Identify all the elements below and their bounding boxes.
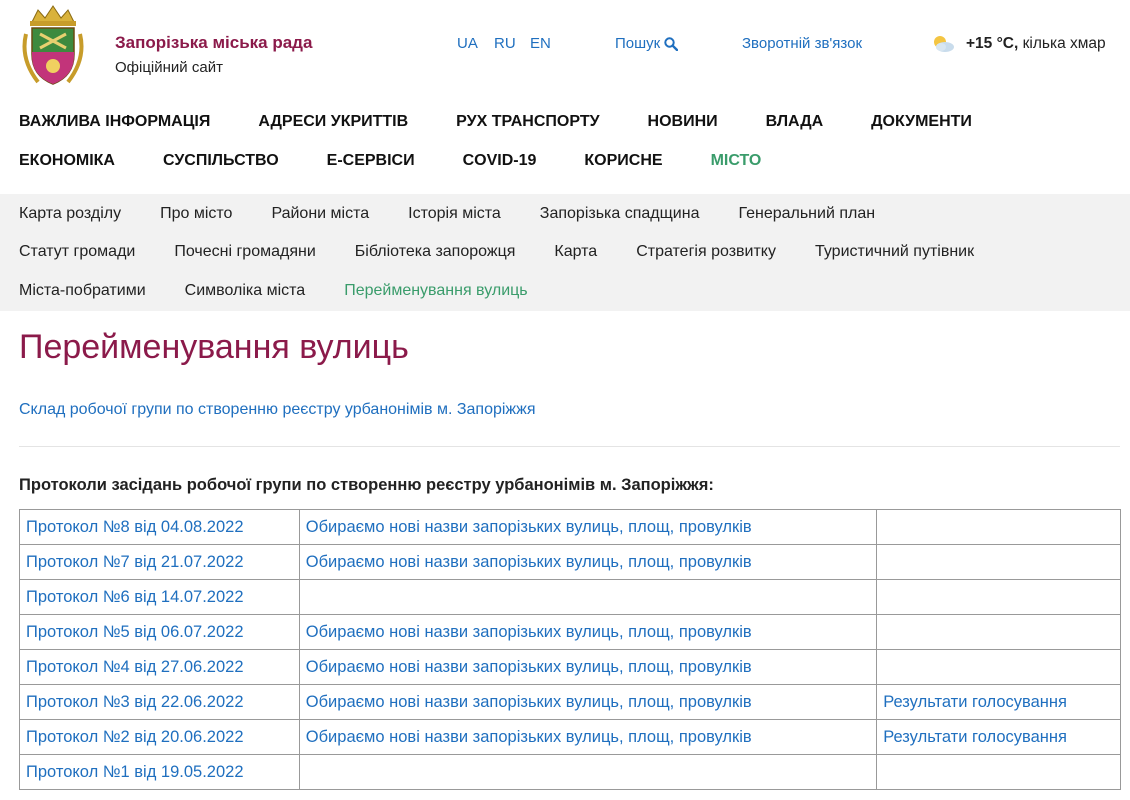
sub-nav-sister-cities[interactable]: Міста-побратими bbox=[19, 282, 146, 300]
nav-item-economy[interactable]: ЕКОНОМІКА bbox=[19, 152, 115, 170]
protocol-link[interactable]: Протокол №4 від 27.06.2022 bbox=[19, 649, 300, 685]
partly-cloudy-icon bbox=[934, 36, 954, 52]
sub-nav-city-symbols[interactable]: Символіка міста bbox=[185, 282, 306, 300]
language-ru-link[interactable]: RU bbox=[494, 35, 516, 52]
voting-results-link[interactable]: Результати голосування bbox=[876, 684, 1121, 720]
results-cell bbox=[876, 509, 1121, 545]
nav-item-e-services[interactable]: Е-СЕРВІСИ bbox=[327, 152, 415, 170]
protocol-link[interactable]: Протокол №2 від 20.06.2022 bbox=[19, 719, 300, 755]
sub-nav-row-1: Карта розділу Про місто Райони міста Іст… bbox=[19, 205, 914, 223]
protocols-heading: Протоколи засідань робочої групи по ство… bbox=[19, 476, 714, 494]
new-names-link[interactable]: Обираємо нові назви запорізьких вулиць, … bbox=[298, 719, 878, 755]
working-group-composition-link[interactable]: Склад робочої групи по створенню реєстру… bbox=[19, 401, 535, 419]
nav-item-authorities[interactable]: ВЛАДА bbox=[766, 113, 823, 131]
content-divider bbox=[19, 446, 1120, 447]
sub-nav-map[interactable]: Карта bbox=[554, 243, 597, 261]
results-cell bbox=[876, 649, 1121, 685]
results-cell bbox=[876, 579, 1121, 615]
protocol-link[interactable]: Протокол №8 від 04.08.2022 bbox=[19, 509, 300, 545]
protocols-table: Протокол №8 від 04.08.2022 Обираємо нові… bbox=[19, 509, 1121, 790]
weather-description: кілька хмар bbox=[1022, 35, 1106, 52]
weather-text: +15 °C, кілька хмар bbox=[966, 35, 1106, 53]
sub-nav-general-plan[interactable]: Генеральний план bbox=[738, 205, 875, 223]
section-sub-navigation: Карта розділу Про місто Райони міста Іст… bbox=[0, 194, 1130, 311]
results-cell bbox=[876, 544, 1121, 580]
search-link[interactable]: Пошук bbox=[615, 35, 679, 52]
protocol-link[interactable]: Протокол №6 від 14.07.2022 bbox=[19, 579, 300, 615]
results-cell bbox=[876, 754, 1121, 790]
nav-item-important-info[interactable]: ВАЖЛИВА ІНФОРМАЦІЯ bbox=[19, 113, 210, 131]
table-row: Протокол №1 від 19.05.2022 bbox=[19, 754, 1121, 790]
search-label: Пошук bbox=[615, 35, 661, 52]
feedback-link[interactable]: Зворотній зв'язок bbox=[742, 35, 862, 52]
nav-item-documents[interactable]: ДОКУМЕНТИ bbox=[871, 113, 972, 131]
nav-item-news[interactable]: НОВИНИ bbox=[648, 113, 718, 131]
nav-item-useful[interactable]: КОРИСНЕ bbox=[584, 152, 662, 170]
table-row: Протокол №7 від 21.07.2022 Обираємо нові… bbox=[19, 544, 1121, 580]
site-title[interactable]: Запорізька міська рада bbox=[115, 33, 312, 53]
protocol-link[interactable]: Протокол №3 від 22.06.2022 bbox=[19, 684, 300, 720]
new-names-cell bbox=[298, 754, 878, 790]
weather-widget: +15 °C, кілька хмар bbox=[930, 34, 1106, 54]
weather-temperature: +15 °C, bbox=[966, 35, 1019, 52]
protocol-link[interactable]: Протокол №7 від 21.07.2022 bbox=[19, 544, 300, 580]
nav-item-covid[interactable]: COVID-19 bbox=[463, 152, 537, 170]
page-title: Перейменування вулиць bbox=[19, 328, 409, 366]
nav-item-society[interactable]: СУСПІЛЬСТВО bbox=[163, 152, 279, 170]
table-row: Протокол №8 від 04.08.2022 Обираємо нові… bbox=[19, 509, 1121, 545]
table-row: Протокол №2 від 20.06.2022 Обираємо нові… bbox=[19, 719, 1121, 755]
table-row: Протокол №3 від 22.06.2022 Обираємо нові… bbox=[19, 684, 1121, 720]
protocol-link[interactable]: Протокол №5 від 06.07.2022 bbox=[19, 614, 300, 650]
new-names-link[interactable]: Обираємо нові назви запорізьких вулиць, … bbox=[298, 649, 878, 685]
sub-nav-row-2: Статут громади Почесні громадяни Бібліот… bbox=[19, 243, 1013, 261]
sub-nav-community-statute[interactable]: Статут громади bbox=[19, 243, 135, 261]
new-names-link[interactable]: Обираємо нові назви запорізьких вулиць, … bbox=[298, 509, 878, 545]
new-names-link[interactable]: Обираємо нові назви запорізьких вулиць, … bbox=[298, 614, 878, 650]
site-header: Запорізька міська рада Офіційний сайт UA… bbox=[0, 0, 1130, 95]
table-row: Протокол №4 від 27.06.2022 Обираємо нові… bbox=[19, 649, 1121, 685]
table-row: Протокол №5 від 06.07.2022 Обираємо нові… bbox=[19, 614, 1121, 650]
main-nav-row-2: ЕКОНОМІКА СУСПІЛЬСТВО Е-СЕРВІСИ COVID-19… bbox=[19, 152, 809, 170]
site-subtitle: Офіційний сайт bbox=[115, 59, 223, 76]
new-names-link[interactable]: Обираємо нові назви запорізьких вулиць, … bbox=[298, 684, 878, 720]
sub-nav-about-city[interactable]: Про місто bbox=[160, 205, 232, 223]
city-coat-of-arms-logo[interactable] bbox=[18, 4, 88, 88]
new-names-cell bbox=[298, 579, 878, 615]
language-ua-link[interactable]: UA bbox=[457, 35, 478, 52]
sub-nav-library[interactable]: Бібліотека запорожця bbox=[355, 243, 516, 261]
sub-nav-tourist-guide[interactable]: Туристичний путівник bbox=[815, 243, 974, 261]
main-nav-row-1: ВАЖЛИВА ІНФОРМАЦІЯ АДРЕСИ УКРИТТІВ РУХ Т… bbox=[19, 113, 1020, 131]
sub-nav-city-history[interactable]: Історія міста bbox=[408, 205, 501, 223]
language-en-link[interactable]: EN bbox=[530, 35, 551, 52]
sub-nav-zaporizhzhia-heritage[interactable]: Запорізька спадщина bbox=[540, 205, 700, 223]
protocol-link[interactable]: Протокол №1 від 19.05.2022 bbox=[19, 754, 300, 790]
search-icon bbox=[664, 36, 679, 51]
results-cell bbox=[876, 614, 1121, 650]
voting-results-link[interactable]: Результати голосування bbox=[876, 719, 1121, 755]
sub-nav-row-3: Міста-побратими Символіка міста Переймен… bbox=[19, 282, 567, 300]
nav-item-city[interactable]: МІСТО bbox=[711, 152, 762, 170]
sub-nav-section-map[interactable]: Карта розділу bbox=[19, 205, 121, 223]
nav-item-transport[interactable]: РУХ ТРАНСПОРТУ bbox=[456, 113, 599, 131]
sub-nav-honorary-citizens[interactable]: Почесні громадяни bbox=[174, 243, 315, 261]
sub-nav-street-renaming[interactable]: Перейменування вулиць bbox=[344, 282, 527, 300]
sub-nav-city-districts[interactable]: Райони міста bbox=[271, 205, 369, 223]
sub-nav-development-strategy[interactable]: Стратегія розвитку bbox=[636, 243, 776, 261]
new-names-link[interactable]: Обираємо нові назви запорізьких вулиць, … bbox=[298, 544, 878, 580]
table-row: Протокол №6 від 14.07.2022 bbox=[19, 579, 1121, 615]
nav-item-shelter-addresses[interactable]: АДРЕСИ УКРИТТІВ bbox=[258, 113, 408, 131]
